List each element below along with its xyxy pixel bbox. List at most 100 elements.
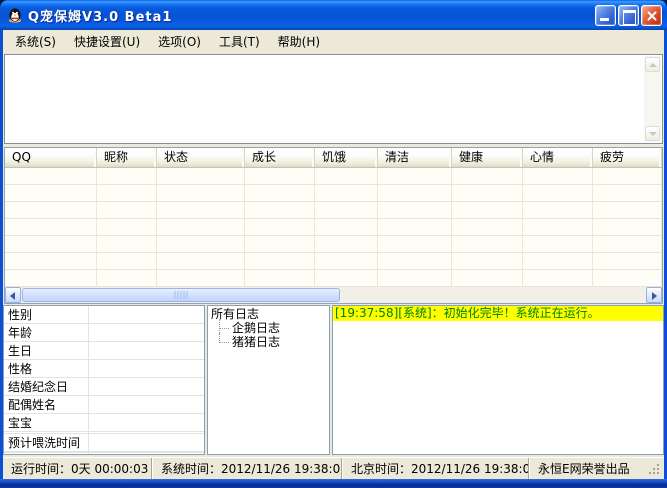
minimize-button[interactable] [595, 5, 616, 26]
table-cell [97, 219, 157, 235]
info-divider [88, 306, 89, 454]
table-cell [523, 168, 593, 184]
table-cell [245, 202, 315, 218]
table-cell [593, 236, 662, 252]
table-cell [523, 202, 593, 218]
column-header-1[interactable]: 昵称 [97, 148, 157, 167]
table-cell [523, 270, 593, 286]
menu-item-3[interactable]: 工具(T) [210, 29, 269, 54]
column-header-3[interactable]: 成长 [245, 148, 315, 167]
table-cell [378, 219, 452, 235]
menu-item-2[interactable]: 选项(O) [149, 29, 210, 54]
table-cell [5, 168, 97, 184]
status-panel-1: 系统时间：2012/11/26 19:38:01 [152, 458, 342, 479]
table-cell [157, 219, 245, 235]
column-header-8[interactable]: 疲劳 [593, 148, 662, 167]
table-cell [157, 270, 245, 286]
info-row-6: 宝宝 [4, 414, 204, 432]
table-cell [378, 185, 452, 201]
info-label: 性别 [8, 306, 32, 323]
table-row [5, 270, 662, 287]
status-bar: 运行时间：0天 00:00:03系统时间：2012/11/26 19:38:01… [3, 457, 664, 479]
tree-item-1[interactable]: 猪猪日志 [211, 335, 329, 349]
scroll-right-button[interactable] [646, 287, 662, 303]
horizontal-scrollbar[interactable] [5, 287, 662, 303]
column-header-6[interactable]: 健康 [452, 148, 523, 167]
scroll-down-button[interactable] [645, 126, 660, 141]
pet-table-header: QQ昵称状态成长饥饿清洁健康心情疲劳 [5, 148, 662, 168]
window-title: Q宠保姆V3.0 Beta1 [28, 6, 593, 25]
log-entry-0[interactable]: [19:37:58][系统]：初始化完毕！系统正在运行。 [333, 306, 663, 321]
table-cell [593, 219, 662, 235]
table-cell [315, 270, 378, 286]
table-cell [593, 168, 662, 184]
title-bar: Q宠保姆V3.0 Beta1 [0, 0, 667, 30]
vertical-scrollbar[interactable] [644, 56, 661, 142]
resize-grip[interactable] [649, 464, 661, 476]
status-panel-2: 北京时间：2012/11/26 19:38:01 [342, 458, 529, 479]
table-row [5, 253, 662, 270]
info-label: 预计喂洗时间 [8, 434, 80, 451]
table-cell [5, 253, 97, 269]
column-header-7[interactable]: 心情 [523, 148, 593, 167]
table-cell [97, 202, 157, 218]
info-label: 结婚纪念日 [8, 378, 68, 395]
table-cell [245, 236, 315, 252]
app-icon[interactable] [7, 7, 23, 23]
table-cell [315, 236, 378, 252]
menu-item-1[interactable]: 快捷设置(U) [65, 29, 149, 54]
table-cell [245, 168, 315, 184]
table-row [5, 185, 662, 202]
table-cell [452, 202, 523, 218]
table-cell [245, 270, 315, 286]
info-row-3: 性格 [4, 360, 204, 378]
scrollbar-track[interactable] [340, 287, 646, 303]
column-header-0[interactable]: QQ [5, 148, 97, 167]
info-row-4: 结婚纪念日 [4, 378, 204, 396]
info-row-1: 年龄 [4, 324, 204, 342]
table-cell [593, 270, 662, 286]
table-cell [157, 185, 245, 201]
scroll-left-button[interactable] [5, 287, 21, 303]
column-header-5[interactable]: 清洁 [378, 148, 452, 167]
menu-item-0[interactable]: 系统(S) [6, 29, 65, 54]
table-cell [157, 168, 245, 184]
table-cell [5, 219, 97, 235]
table-cell [5, 185, 97, 201]
table-cell [97, 168, 157, 184]
info-row-2: 生日 [4, 342, 204, 360]
table-cell [523, 219, 593, 235]
menu-bar: 系统(S)快捷设置(U)选项(O)工具(T)帮助(H) [3, 30, 664, 53]
maximize-button[interactable] [618, 5, 639, 26]
close-button[interactable] [641, 5, 662, 26]
table-row [5, 202, 662, 219]
scroll-up-button[interactable] [645, 57, 660, 72]
table-cell [315, 253, 378, 269]
pet-list: QQ昵称状态成长饥饿清洁健康心情疲劳 [4, 147, 663, 304]
table-cell [452, 185, 523, 201]
column-header-2[interactable]: 状态 [157, 148, 245, 167]
info-row-10 [4, 453, 204, 454]
table-cell [315, 219, 378, 235]
column-header-4[interactable]: 饥饿 [315, 148, 378, 167]
table-cell [97, 185, 157, 201]
menu-item-4[interactable]: 帮助(H) [269, 29, 329, 54]
chevron-down-icon [649, 132, 657, 136]
bottom-panels: 性别年龄生日性格结婚纪念日配偶姓名宝宝预计喂洗时间 所有日志 企鹅日志猪猪日志 … [3, 305, 664, 455]
table-row [5, 236, 662, 253]
info-label: 生日 [8, 342, 32, 359]
scrollbar-thumb[interactable] [22, 288, 340, 302]
status-panel-0: 运行时间：0天 00:00:03 [3, 458, 152, 479]
table-cell [97, 236, 157, 252]
table-cell [245, 185, 315, 201]
table-cell [523, 253, 593, 269]
table-cell [157, 202, 245, 218]
table-cell [157, 253, 245, 269]
log-view: [19:37:58][系统]：初始化完毕！系统正在运行。 [332, 305, 664, 455]
info-row-0: 性别 [4, 306, 204, 324]
table-cell [452, 270, 523, 286]
table-cell [5, 270, 97, 286]
pet-info-panel: 性别年龄生日性格结婚纪念日配偶姓名宝宝预计喂洗时间 [3, 305, 205, 455]
chevron-up-icon [649, 63, 657, 67]
table-cell [315, 185, 378, 201]
